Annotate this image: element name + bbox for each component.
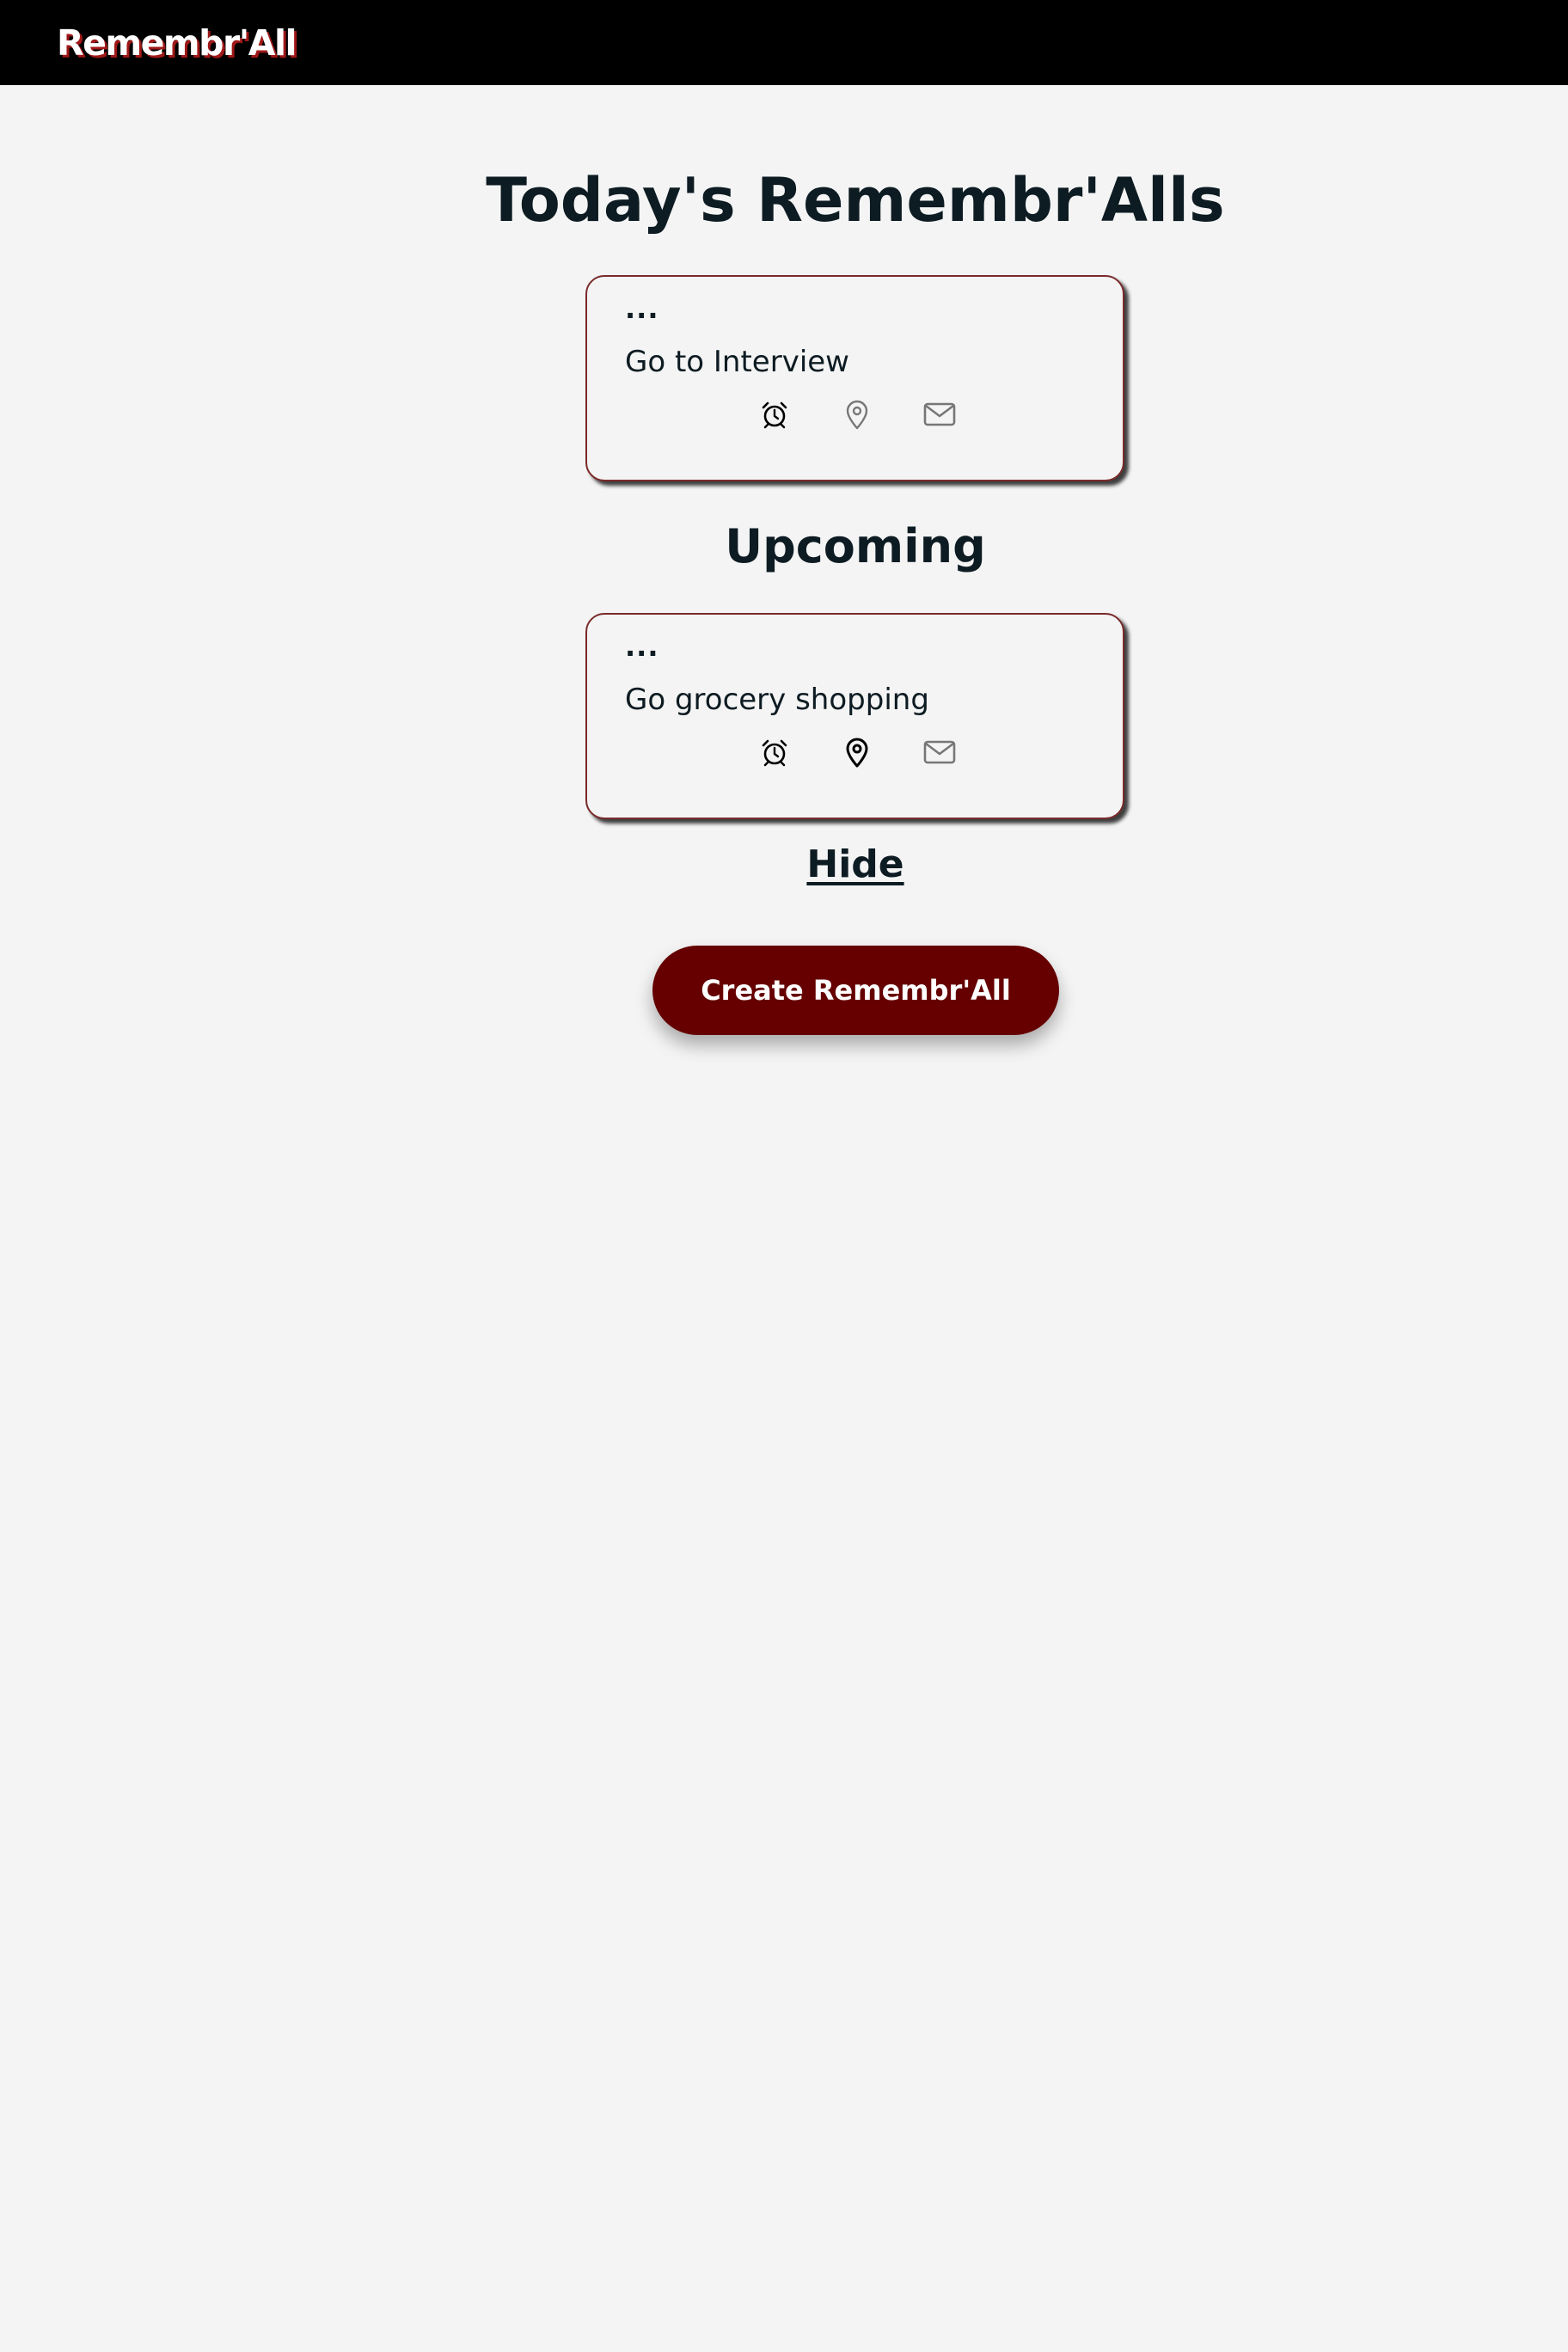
alarm-clock-icon[interactable] [757, 397, 792, 432]
create-remembrall-button[interactable]: Create Remembr'All [652, 946, 1059, 1035]
page-title: Today's Remembr'Alls [486, 165, 1225, 236]
upcoming-heading: Upcoming [725, 519, 986, 573]
hide-upcoming-link[interactable]: Hide [0, 841, 1568, 889]
reminder-card[interactable]: ... Go to Interview [585, 275, 1124, 481]
reminder-icons [587, 397, 1126, 432]
map-pin-icon[interactable] [840, 735, 874, 769]
envelope-icon[interactable] [922, 397, 957, 432]
alarm-clock-icon[interactable] [757, 735, 792, 769]
map-pin-icon[interactable] [840, 397, 874, 432]
reminder-card[interactable]: ... Go grocery shopping [585, 613, 1124, 819]
more-options-button[interactable]: ... [625, 632, 658, 661]
brand-logo[interactable]: Remembr'All [57, 19, 297, 67]
reminder-title: Go to Interview [625, 345, 849, 379]
top-navigation-bar: Remembr'All [0, 0, 1568, 85]
reminder-icons [587, 735, 1126, 769]
reminder-title: Go grocery shopping [625, 683, 929, 717]
envelope-icon[interactable] [922, 735, 957, 769]
more-options-button[interactable]: ... [625, 294, 658, 323]
